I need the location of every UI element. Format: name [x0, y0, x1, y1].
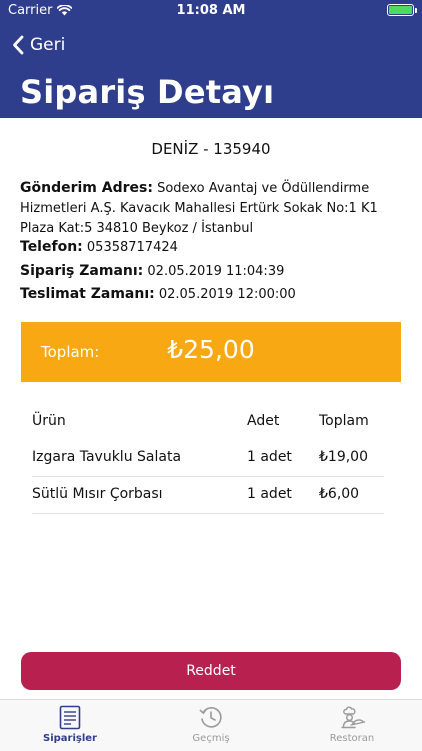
tab-restaurant[interactable]: Restoran: [282, 700, 422, 751]
tab-history[interactable]: Geçmiş: [141, 700, 281, 751]
history-clock-icon: [199, 707, 222, 728]
table-row: Izgara Tavuklu Salata 1 adet ₺19,00: [32, 440, 384, 477]
header-total: Toplam: [319, 413, 369, 429]
table-header: Ürün Adet Toplam: [32, 404, 384, 440]
order-time-label: Sipariş Zamanı:: [20, 263, 144, 279]
chevron-left-icon: [13, 35, 24, 55]
item-total: ₺19,00: [319, 449, 368, 465]
item-quantity: 1 adet: [247, 449, 292, 465]
phone-field: Telefon: 05358717424: [20, 237, 404, 258]
status-time: 11:08 AM: [176, 3, 246, 18]
order-items-table: Ürün Adet Toplam Izgara Tavuklu Salata 1…: [32, 404, 384, 514]
item-quantity: 1 adet: [247, 486, 292, 502]
navigation-header: Carrier 11:08 AM Geri Sipariş Detayı: [0, 0, 422, 118]
tab-restaurant-label: Restoran: [329, 733, 375, 744]
table-row: Sütlü Mısır Çorbası 1 adet ₺6,00: [32, 477, 384, 514]
order-time-field: Sipariş Zamanı: 02.05.2019 11:04:39: [20, 261, 404, 282]
back-button[interactable]: Geri: [12, 32, 65, 58]
order-time-value: 02.05.2019 11:04:39: [147, 264, 285, 279]
item-total: ₺6,00: [319, 486, 360, 502]
chef-icon: [341, 706, 366, 729]
delivery-time-label: Teslimat Zamanı:: [20, 286, 155, 302]
item-name: Izgara Tavuklu Salata: [32, 449, 182, 465]
list-document-icon: [59, 705, 81, 730]
battery-level: [389, 6, 412, 14]
total-value: ₺25,00: [167, 335, 255, 364]
status-right: [387, 4, 417, 16]
back-label: Geri: [30, 35, 66, 55]
battery-icon: [387, 4, 417, 16]
item-name: Sütlü Mısır Çorbası: [32, 486, 163, 502]
delivery-time-value: 02.05.2019 12:00:00: [158, 287, 296, 302]
phone-value: 05358717424: [86, 240, 178, 255]
page-title: Sipariş Detayı: [20, 73, 275, 111]
tab-history-label: Geçmiş: [192, 733, 230, 744]
tab-orders-label: Siparişler: [43, 733, 97, 744]
phone-label: Telefon:: [20, 239, 83, 255]
battery-tip: [415, 8, 417, 13]
address-field: Gönderim Adres: Sodexo Avantaj ve Ödülle…: [20, 178, 404, 239]
total-banner: Toplam: ₺25,00: [21, 322, 401, 382]
reject-button[interactable]: Reddet: [21, 652, 401, 690]
tab-orders[interactable]: Siparişler: [0, 700, 140, 751]
status-bar: Carrier 11:08 AM: [0, 0, 422, 22]
header-quantity: Adet: [247, 413, 280, 429]
delivery-time-field: Teslimat Zamanı: 02.05.2019 12:00:00: [20, 284, 404, 305]
header-product: Ürün: [32, 413, 66, 429]
tab-bar: Siparişler Geçmiş Restoran: [0, 699, 422, 751]
customer-info: DENİZ - 135940: [151, 140, 271, 158]
address-label: Gönderim Adres:: [20, 180, 153, 196]
